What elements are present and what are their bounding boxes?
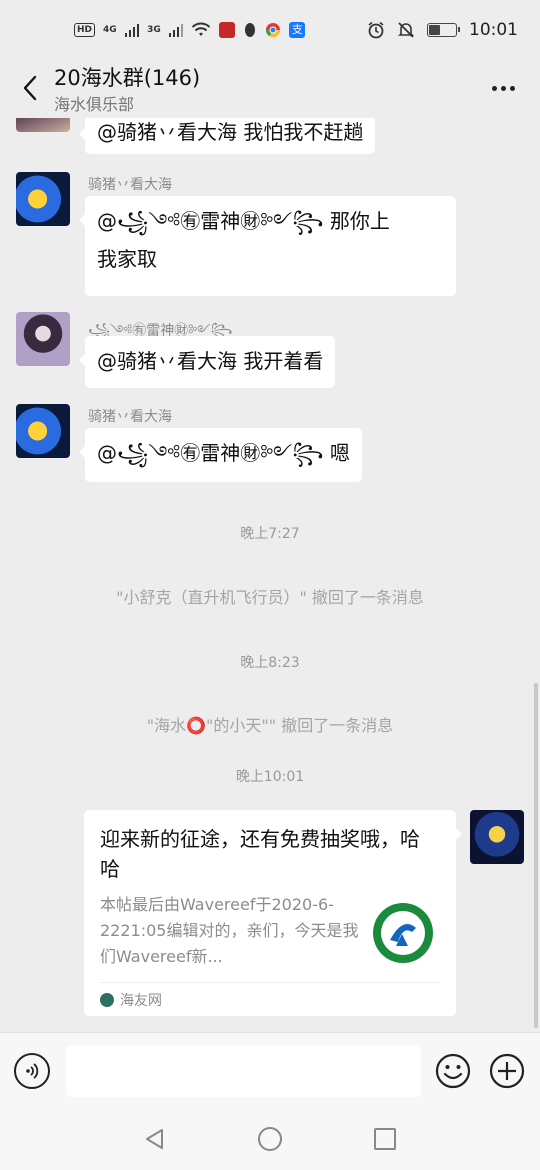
- app-notification-icon: [219, 22, 236, 38]
- network-4g-label: 4G: [103, 25, 117, 35]
- nav-recents-button[interactable]: [370, 1124, 400, 1154]
- message-bubble[interactable]: @骑猪丷看大海 我开着看: [78, 336, 336, 388]
- message-text-line2: 我家取: [97, 247, 157, 271]
- wifi-icon: [192, 22, 211, 36]
- time-label: 晚上10:01: [235, 769, 305, 785]
- emoji-button[interactable]: [435, 1053, 471, 1089]
- card-source-name: 海友网: [120, 993, 162, 1009]
- status-left-icons: HD 4G 3G 支: [74, 22, 306, 38]
- alarm-icon: [368, 21, 384, 39]
- chrome-app-icon: [266, 23, 281, 37]
- avatar[interactable]: [16, 404, 70, 458]
- chat-header: 20海水群(146) 海水俱乐部: [0, 60, 540, 118]
- network-3g-label: 3G: [147, 25, 161, 35]
- my-avatar[interactable]: [470, 810, 524, 864]
- alipay-icon: 支: [289, 22, 306, 38]
- more-dot-icon: [491, 85, 497, 91]
- status-right-icons: 10:01: [367, 20, 518, 40]
- card-divider: [100, 982, 440, 983]
- recall-notice: "小舒克（直升机飞行员）" 撤回了一条消息: [116, 588, 424, 607]
- signal-icon: [124, 23, 140, 37]
- scrollbar[interactable]: [534, 683, 538, 1028]
- qq-penguin-icon: [245, 23, 256, 37]
- card-source: 海友网: [100, 990, 162, 1010]
- voice-input-button[interactable]: [14, 1053, 50, 1089]
- battery-icon: [427, 23, 460, 37]
- time-label: 晚上8:23: [240, 655, 300, 671]
- status-time: 10:01: [469, 20, 518, 40]
- message-input[interactable]: [66, 1045, 421, 1097]
- mention-text: @꧁༺㊒雷神㊖༻꧂: [97, 441, 324, 465]
- message-text: 嗯: [323, 441, 350, 465]
- avatar[interactable]: [16, 118, 70, 132]
- card-title: 迎来新的征途，还有免费抽奖哦，哈哈: [100, 827, 420, 881]
- time-label: 晚上7:27: [240, 526, 300, 542]
- avatar[interactable]: [16, 312, 70, 366]
- status-bar: HD 4G 3G 支 10:01: [0, 0, 540, 60]
- more-dot-icon: [500, 85, 506, 91]
- chat-subtitle: 海水俱乐部: [54, 95, 135, 114]
- back-arrow-icon: [23, 75, 37, 101]
- sender-name: 骑猪丷看大海: [88, 409, 172, 425]
- input-bar: [0, 1032, 540, 1108]
- triangle-back-icon: [146, 1129, 163, 1149]
- card-description: 本帖最后由Wavereef于2020-6-2221:05编辑对的，亲们，今天是我…: [100, 895, 359, 966]
- message-bubble[interactable]: @꧁༺㊒雷神㊖༻꧂ 嗯: [79, 428, 362, 482]
- system-nav-bar: [0, 1108, 540, 1170]
- nav-back-button[interactable]: [140, 1124, 170, 1154]
- mute-icon: [398, 22, 414, 38]
- circle-home-icon: [258, 1127, 282, 1151]
- message-bubble[interactable]: @骑猪丷看大海 我怕我不赶趟: [78, 118, 376, 154]
- message-text: @骑猪丷看大海 我怕我不赶趟: [97, 120, 364, 144]
- message-text: 那你上: [323, 209, 390, 233]
- more-options-button[interactable]: [488, 74, 518, 102]
- chat-title[interactable]: 20海水群(146): [54, 62, 200, 92]
- mention-text: @꧁༺㊒雷神㊖༻꧂: [97, 209, 324, 233]
- chat-area[interactable]: @骑猪丷看大海 我怕我不赶趟 骑猪丷看大海 @꧁༺㊒雷神㊖༻꧂ 那你上 我家取 …: [0, 118, 540, 1032]
- shared-link-card[interactable]: 迎来新的征途，还有免费抽奖哦，哈哈 本帖最后由Wavereef于2020-6-2…: [84, 810, 462, 1016]
- message-bubble[interactable]: @꧁༺㊒雷神㊖༻꧂ 那你上 我家取: [79, 196, 456, 296]
- back-button[interactable]: [14, 70, 46, 106]
- nav-home-button[interactable]: [255, 1124, 285, 1154]
- signal-icon-2: [168, 23, 184, 37]
- message-text: @骑猪丷看大海 我开着看: [97, 349, 324, 373]
- sender-name: 骑猪丷看大海: [88, 177, 172, 193]
- more-dot-icon: [509, 85, 515, 91]
- square-recents-icon: [374, 1128, 396, 1150]
- hd-badge: HD: [74, 23, 96, 37]
- avatar[interactable]: [16, 172, 70, 226]
- recall-notice: "海水⭕"的小天"" 撤回了一条消息: [146, 716, 394, 735]
- voice-icon: [26, 1063, 39, 1079]
- source-app-icon: [100, 993, 114, 1007]
- forum-logo-icon: [373, 903, 433, 963]
- more-functions-button[interactable]: [489, 1053, 525, 1089]
